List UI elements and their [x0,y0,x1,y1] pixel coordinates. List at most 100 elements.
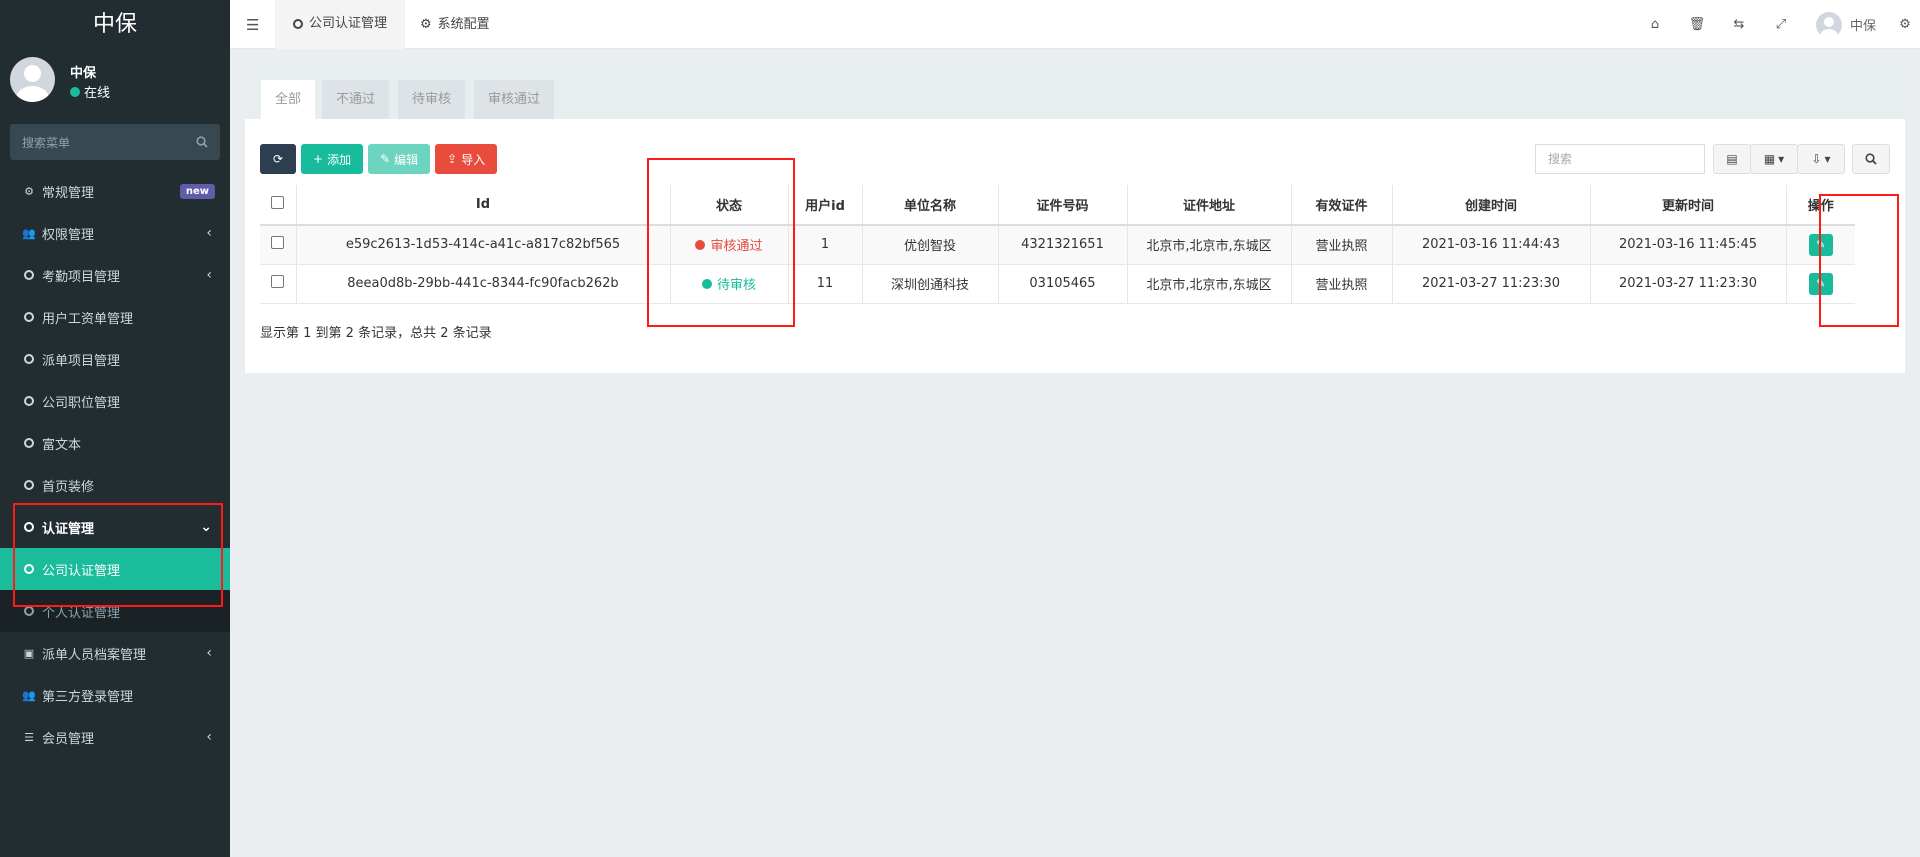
created-cell: 2021-03-16 11:44:43 [1392,225,1591,265]
sidebar-item-general[interactable]: ⚙ 常规管理 new [0,170,230,212]
tab-system-config[interactable]: ⚙ 系统配置 [402,0,508,49]
brand-logo[interactable]: 中保 [0,0,230,49]
top-actions: ⌂ 🗑 ⇆ ⤢ 中保 ⚙ [1634,0,1920,49]
column-header[interactable]: Id [296,185,671,226]
avatar [1815,11,1842,38]
column-header[interactable]: 更新时间 [1590,185,1787,226]
circle-icon [22,396,36,406]
tab-company-certification[interactable]: 公司认证管理 [275,0,406,49]
refresh-icon: ⟳ [272,152,284,166]
column-header[interactable]: 创建时间 [1392,185,1591,226]
row-checkbox[interactable] [271,275,285,288]
user-menu[interactable]: 中保 [1802,11,1890,38]
add-label: 添加 [327,152,352,167]
edit-button[interactable]: ✎ 编辑 [368,144,431,174]
column-header[interactable]: 证件号码 [998,185,1128,226]
table-row[interactable]: 8eea0d8b-29bb-441c-8344-fc90facb262b 待审核… [260,264,1855,304]
circle-icon [22,606,36,616]
table-search-input[interactable]: 搜索 [1535,144,1705,174]
sidebar-item-payslip[interactable]: 用户工资单管理 [0,296,230,338]
tab-pending[interactable]: 待审核 [398,80,466,119]
sidebar-item-dispatch-staff-archive[interactable]: ▣ 派单人员档案管理 ‹ [0,632,230,674]
sidebar-item-label: 公司认证管理 [42,563,121,579]
pencil-icon: ✎ [380,152,391,166]
sidebar-item-label: 派单项目管理 [42,353,121,369]
sidebar-item-rich-text[interactable]: 富文本 [0,422,230,464]
menu-search-input[interactable]: 搜索菜单 [10,124,220,160]
sidebar-item-company-certification[interactable]: 公司认证管理 [0,548,230,590]
toggle-view-button[interactable]: ▤ [1713,144,1751,174]
column-header[interactable]: 有效证件 [1291,185,1393,226]
top-user-name: 中保 [1849,19,1876,34]
card-view-icon: ▤ [1726,152,1738,166]
sidebar-item-label: 公司职位管理 [42,395,121,411]
sidebar-item-label: 用户工资单管理 [42,311,134,327]
sidebar-item-label: 第三方登录管理 [42,689,134,705]
status-cell: 待审核 [670,264,789,304]
columns-button[interactable]: ▦ ▾ [1750,144,1798,174]
sidebar-item-label: 考勤项目管理 [42,269,121,285]
sidebar-item-label: 个人认证管理 [42,605,121,621]
column-header[interactable]: 用户id [788,185,863,226]
updated-cell: 2021-03-27 11:23:30 [1590,264,1787,304]
export-button[interactable]: ⇩ ▾ [1797,144,1845,174]
refresh-button[interactable]: ⟳ [260,144,296,174]
main-panel: 全部 不通过 待审核 审核通过 ⟳ + 添加 ✎ 编辑 ⇪ 导入 搜索 ▤ ▦ ▾ ⇩ ▾… [245,64,1905,373]
tab-rejected[interactable]: 不通过 [322,80,390,119]
trash-icon[interactable]: 🗑 [1676,17,1718,32]
sidebar-item-label: 富文本 [42,437,82,453]
column-header[interactable]: 状态 [670,185,789,226]
export-icon: ⇩ [1811,152,1822,166]
id-card-icon: ▣ [23,646,35,660]
select-all-checkbox[interactable] [271,196,285,209]
sidebar-item-label: 常规管理 [42,185,95,201]
column-header: 操作 [1786,185,1855,226]
sidebar-item-dispatch-project[interactable]: 派单项目管理 [0,338,230,380]
gear-icon: ⚙ [420,17,432,32]
actions-cell: ✎ [1786,264,1855,304]
tab-approved[interactable]: 审核通过 [474,80,555,119]
sidebar-item-third-party-login[interactable]: 👥 第三方登录管理 [0,674,230,716]
status-badge: 审核通过 [695,235,763,254]
sidebar-item-homepage-decoration[interactable]: 首页装修 [0,464,230,506]
certification-table: Id 状态 用户id 单位名称 证件号码 证件地址 有效证件 创建时间 更新时间… [260,185,1855,304]
gears-icon[interactable]: ⚙ [1890,17,1920,32]
language-icon[interactable]: ⇆ [1718,17,1760,32]
sidebar-item-attendance[interactable]: 考勤项目管理 ‹ [0,254,230,296]
sidebar-item-member[interactable]: ☰ 会员管理 ‹ [0,716,230,758]
row-select-cell [260,225,297,265]
fullscreen-icon[interactable]: ⤢ [1760,17,1802,32]
search-icon[interactable] [196,136,208,148]
cert-no-cell: 03105465 [998,264,1128,304]
sidebar-item-personal-certification[interactable]: 个人认证管理 [0,590,230,632]
column-header[interactable]: 证件地址 [1127,185,1292,226]
user-status: 在线 [70,82,110,101]
sidebar-menu: ⚙ 常规管理 new 👥 权限管理 ‹ 考勤项目管理 ‹ 用户工资单管理 派单项… [0,170,230,758]
circle-icon [22,354,36,364]
sidebar: 中保 中保 在线 搜索菜单 ⚙ 常规管理 new 👥 权限管理 ‹ 考勤项目管理… [0,0,230,857]
table-row[interactable]: e59c2613-1d53-414c-a41c-a817c82bf565 审核通… [260,225,1855,265]
edit-row-button[interactable]: ✎ [1808,233,1833,256]
top-navbar: ☰ 公司认证管理 ⚙ 系统配置 ⌂ 🗑 ⇆ ⤢ 中保 ⚙ [230,0,1920,49]
users-icon: 👥 [22,688,36,702]
edit-row-button[interactable]: ✎ [1808,272,1833,295]
tab-all[interactable]: 全部 [261,80,316,119]
circle-icon [22,438,36,448]
home-icon[interactable]: ⌂ [1634,17,1676,32]
advanced-search-button[interactable] [1852,144,1890,174]
company-cell: 深圳创通科技 [862,264,999,304]
sidebar-item-company-position[interactable]: 公司职位管理 [0,380,230,422]
hamburger-menu-icon[interactable]: ☰ [246,16,259,34]
import-label: 导入 [461,152,486,167]
import-button[interactable]: ⇪ 导入 [435,144,498,174]
add-button[interactable]: + 添加 [301,144,364,174]
sidebar-item-permissions[interactable]: 👥 权限管理 ‹ [0,212,230,254]
row-checkbox[interactable] [271,236,285,250]
pagination-info: 显示第 1 到第 2 条记录，总共 2 条记录 [260,326,492,341]
sidebar-item-certification[interactable]: 认证管理 ⌄ [0,506,230,548]
select-all-header [260,185,297,226]
circle-icon [293,18,303,29]
sidebar-item-label: 派单人员档案管理 [42,647,147,663]
column-header[interactable]: 单位名称 [862,185,999,226]
status-cell: 审核通过 [670,225,789,265]
